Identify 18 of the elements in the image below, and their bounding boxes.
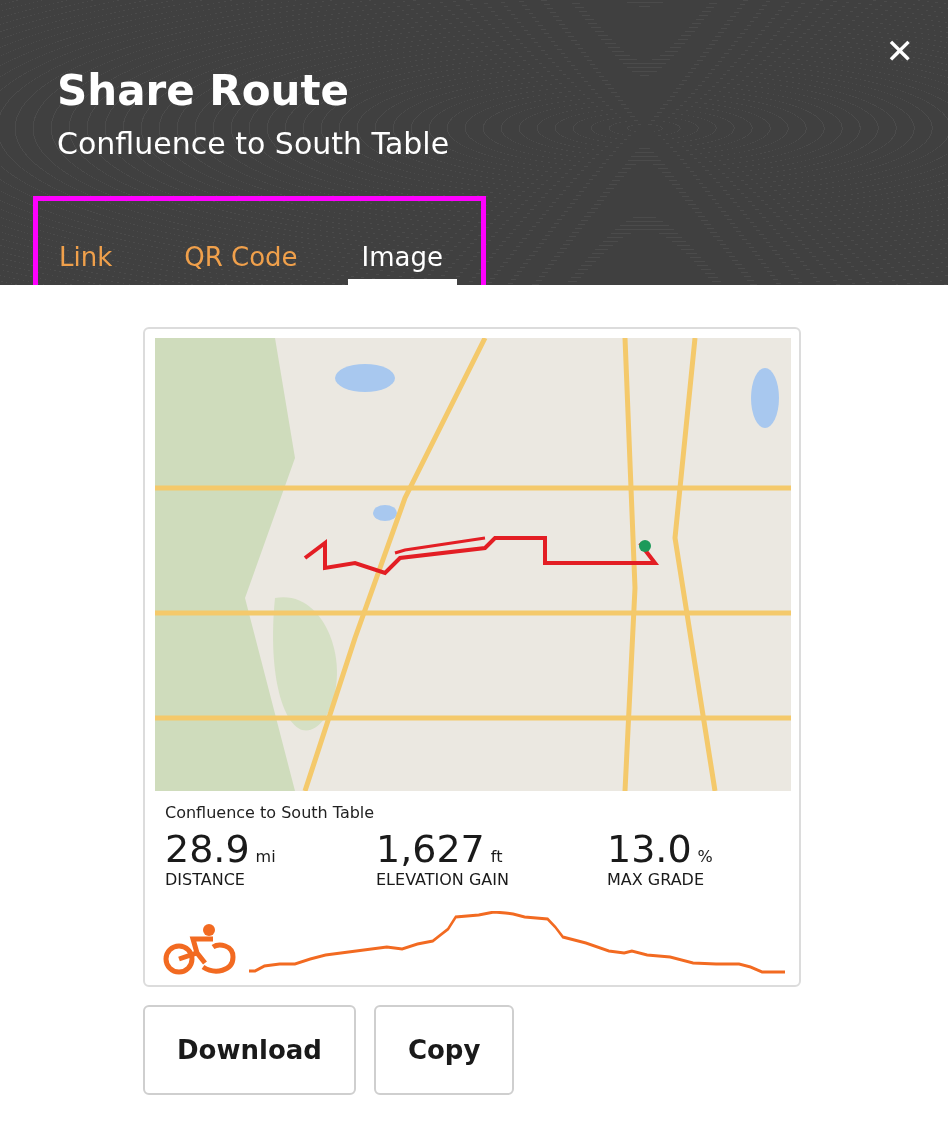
route-subtitle: Confluence to South Table [57,125,451,163]
stat-unit: ft [490,847,503,866]
tab[interactable]: Image [347,235,458,285]
stat-label: DISTANCE [165,870,246,889]
stat-unit: mi [255,847,276,866]
stat-value: 13.0 [607,828,692,870]
stat-unit: % [697,847,713,866]
stat-label: ELEVATION GAIN [376,870,510,889]
tab[interactable]: Link [55,235,117,285]
close-button[interactable]: ✕ [885,34,914,68]
tab[interactable]: QR Code [180,235,302,285]
stat-label: MAX GRADE [607,870,706,889]
stat-value: 28.9 [165,828,250,870]
stat-value: 1,627 [376,828,485,870]
action-button[interactable]: Copy [373,1005,515,1095]
action-button[interactable]: Download [143,1005,356,1095]
route-name: Confluence to South Table [165,803,376,822]
dialog-title: Share Route [57,66,350,116]
